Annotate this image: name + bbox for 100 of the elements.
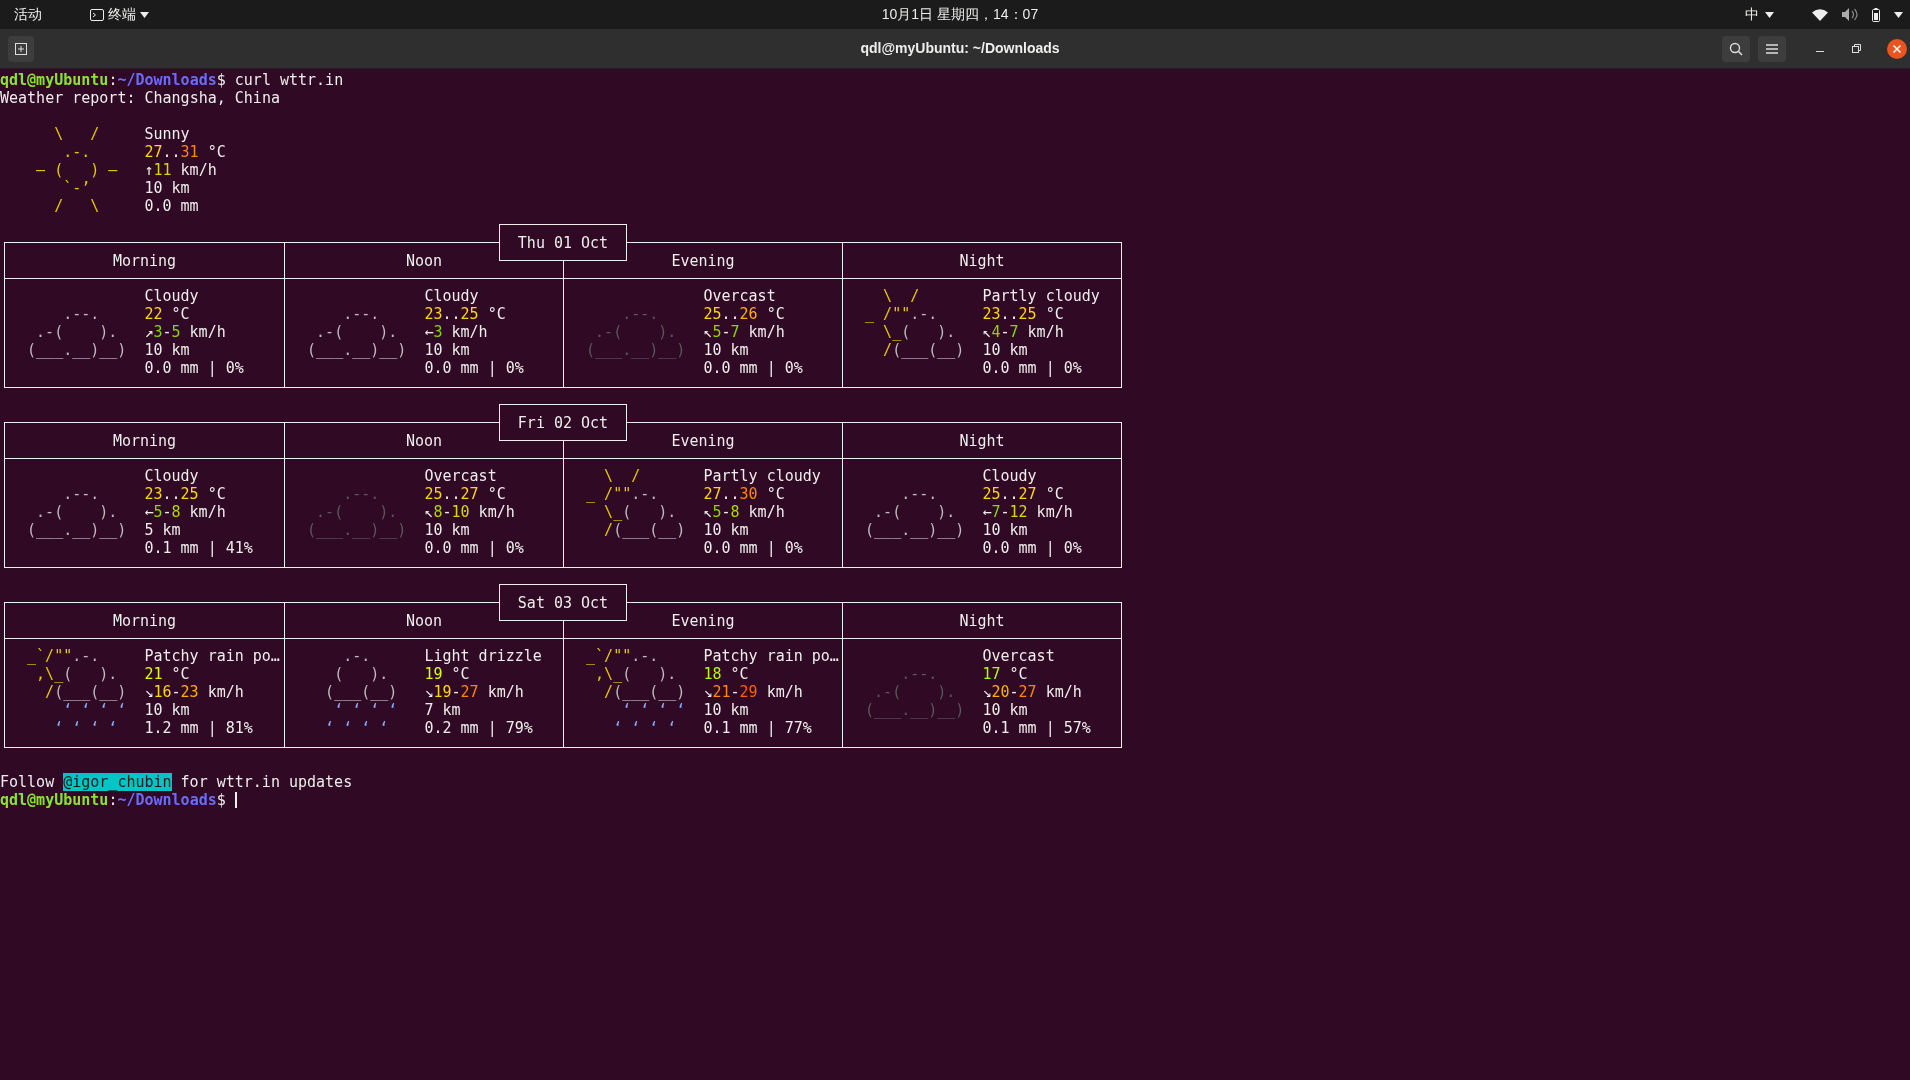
restore-icon[interactable] [1852,44,1861,53]
precipitation-text: 0.1 mm | 57% [982,719,1091,737]
ascii-art-line: .-( ). [35,503,118,521]
visibility-text: 10 km [703,521,749,539]
input-method-indicator[interactable]: 中 [1745,4,1759,25]
visibility-text: 10 km [424,521,470,539]
ascii-art-line: (___.__)__) [864,701,965,719]
report-text: Weather report: Changsha, China [0,89,280,107]
visibility-text: 10 km [703,341,749,359]
condition-text: Cloudy [144,467,199,485]
ascii-art-line: .-( ). [594,323,677,341]
ascii-art-line: .--. [62,485,100,503]
temperature-text: 22 °C [144,305,190,323]
close-icon[interactable] [1887,38,1907,59]
ascii-art-line: ‘ ‘ ‘ ‘ [621,701,686,719]
ascii-art-line: (___.__)__) [306,341,407,359]
wind-text: ↑11 km/h [144,161,217,179]
ascii-art-line: .--. [900,665,938,683]
text-cursor [234,792,237,808]
battery-icon[interactable] [1872,7,1880,22]
precipitation-text: 0.0 mm | 0% [424,539,524,557]
prompt-path: ~/Downloads [117,791,217,809]
menu-button[interactable] [1758,35,1786,62]
new-tab-icon[interactable] [15,42,27,55]
ascii-art-line: \ / [53,125,100,143]
temperature-text: 25..26 °C [703,305,785,323]
follow-text: for wttr.in updates [180,773,353,791]
ascii-art-line: .--. [900,485,938,503]
ascii-art-line: \ / [882,287,920,305]
period-header: Morning [5,423,284,459]
ascii-art-line: (___.__)__) [306,521,407,539]
ascii-art-line: (___.__)__) [26,341,127,359]
caret-icon[interactable] [1894,11,1903,18]
precipitation-text: 0.1 mm | 41% [144,539,253,557]
ascii-art-line: /(___(__) [603,683,686,701]
caret-icon[interactable] [140,11,149,18]
app-menu[interactable]: 终端 [108,4,136,25]
wind-text: ↖8-10 km/h [424,503,515,521]
prompt-symbol: $ [216,71,226,89]
ascii-art-line: .--. [342,305,380,323]
date-label: Thu 01 Oct [499,224,627,261]
new-tab-button[interactable] [8,35,34,62]
visibility-text: 5 km [144,521,181,539]
ascii-art-line: .-( ). [35,323,118,341]
ascii-art-line: \ / [603,467,641,485]
temperature-text: 23..25 °C [424,305,506,323]
ascii-art-line: / \ [53,197,100,215]
search-button[interactable] [1722,35,1750,62]
condition-text: Overcast [424,467,497,485]
ascii-art-line: ‘ ‘ ‘ ‘ [612,719,677,737]
ascii-art-line: (___(__) [324,683,398,701]
wind-text: ↘16-23 km/h [144,683,244,701]
visibility-text: 10 km [424,341,470,359]
ascii-art-line: .-( ). [315,503,398,521]
precipitation-text: 0.0 mm | 0% [703,539,803,557]
menu-icon[interactable] [1766,43,1778,54]
prompt-separator: : [108,71,118,89]
ascii-art-line: ( ). [333,665,389,683]
wifi-icon[interactable] [1812,8,1828,21]
temperature-text: 21 °C [144,665,190,683]
prompt-path: ~/Downloads [117,71,217,89]
period-header: Morning [5,243,284,279]
visibility-text: 10 km [144,701,190,719]
ascii-art-line: .-. [62,143,91,161]
date-label: Fri 02 Oct [499,404,627,441]
condition-text: Overcast [703,287,776,305]
temperature-text: 25..27 °C [424,485,506,503]
temperature-text: 27..31 °C [144,143,226,161]
ascii-art-line: /(___(__) [882,341,965,359]
speaker-icon[interactable] [1842,8,1858,21]
search-icon[interactable] [1729,41,1743,56]
condition-text: Light drizzle [424,647,542,665]
condition-text: Overcast [982,647,1055,665]
terminal-icon[interactable] [90,8,104,21]
ascii-art-line: ‘ ‘ ‘ ‘ [53,719,118,737]
wind-text: ↖5-7 km/h [703,323,785,341]
ascii-art-line: ‘ ‘ ‘ ‘ [62,701,127,719]
condition-text: Patchy rain po… [144,647,280,665]
ascii-art-line: .-( ). [315,323,398,341]
prompt-user-host: qdl@myUbuntu [0,71,109,89]
clock[interactable]: 10月1日 星期四，14：07 [875,4,1045,25]
caret-icon[interactable] [1765,11,1774,18]
wind-text: ↖4-7 km/h [982,323,1064,341]
precipitation-text: 0.0 mm | 0% [703,359,803,377]
command-text: curl wttr.in [233,71,344,89]
ascii-art-line: .-( ). [873,683,956,701]
ascii-art-line: _ /"".-. [585,485,659,503]
ascii-art-line: (___.__)__) [864,521,965,539]
condition-text: Cloudy [144,287,199,305]
activities-button[interactable]: 活动 [14,4,42,25]
prompt-user-host: qdl@myUbuntu [0,791,109,809]
follow-text: Follow [0,773,55,791]
wind-text: ←3 km/h [424,323,488,341]
ascii-art-line: ,\_( ). [35,665,118,683]
ascii-art-line: ‘ ‘ ‘ ‘ [324,719,389,737]
temperature-text: 27..30 °C [703,485,785,503]
period-header: Night [842,243,1121,279]
prompt-separator: : [108,791,118,809]
prompt-symbol: $ [216,791,226,809]
ascii-art-line: ,\_( ). [594,665,677,683]
